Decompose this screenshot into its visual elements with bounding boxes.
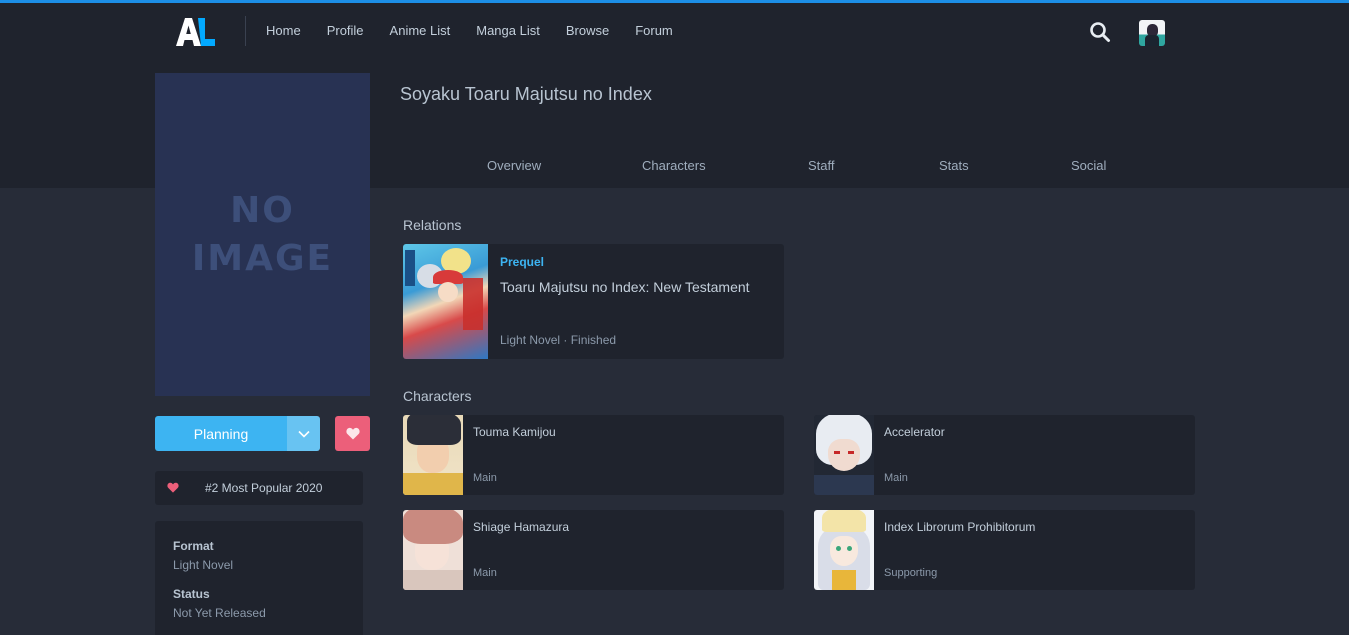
nav-home[interactable]: Home	[266, 23, 301, 38]
logo-separator	[245, 16, 246, 46]
nav-links: Home Profile Anime List Manga List Brows…	[266, 3, 699, 58]
character-image[interactable]	[814, 510, 874, 590]
tab-social[interactable]: Social	[1071, 158, 1106, 173]
relation-title[interactable]: Toaru Majutsu no Index: New Testament	[500, 279, 750, 295]
list-status-button[interactable]: Planning	[155, 416, 287, 451]
cover-title-block	[463, 278, 483, 330]
ranking-badge[interactable]: #2 Most Popular 2020	[155, 471, 363, 505]
cover-image-placeholder: NO IMAGE	[155, 73, 370, 396]
character-role: Main	[884, 472, 908, 484]
character-image[interactable]	[403, 415, 463, 495]
media-info-panel: Format Light Novel Status Not Yet Releas…	[155, 521, 363, 635]
character-image[interactable]	[403, 510, 463, 590]
media-title: Soyaku Toaru Majutsu no Index	[400, 84, 652, 104]
cover-placeholder-line-2: IMAGE	[191, 237, 334, 279]
character-hair	[407, 415, 461, 445]
cover-character-face	[438, 282, 458, 302]
list-status-dropdown[interactable]	[287, 416, 320, 451]
character-image[interactable]	[814, 415, 874, 495]
ranking-text: #2 Most Popular 2020	[205, 481, 323, 495]
chevron-down-icon	[297, 430, 310, 438]
info-status-value: Not Yet Released	[173, 606, 266, 620]
character-name[interactable]: Index Librorum Prohibitorum	[884, 520, 1035, 534]
character-card[interactable]: Shiage Hamazura Main	[403, 510, 784, 590]
character-shirt	[814, 475, 874, 495]
character-name[interactable]: Touma Kamijou	[473, 425, 556, 439]
relation-cover-image[interactable]	[403, 244, 488, 359]
tab-staff[interactable]: Staff	[808, 158, 835, 173]
heart-icon	[345, 427, 360, 440]
character-face	[828, 439, 860, 471]
favourite-button[interactable]	[335, 416, 370, 451]
character-hood	[822, 510, 866, 532]
nav-browse[interactable]: Browse	[566, 23, 609, 38]
info-format-label: Format	[173, 539, 214, 553]
navbar: Home Profile Anime List Manga List Brows…	[0, 3, 1349, 58]
nav-profile[interactable]: Profile	[327, 23, 364, 38]
character-collar	[832, 570, 856, 590]
tab-stats[interactable]: Stats	[939, 158, 969, 173]
character-face	[830, 536, 858, 566]
user-avatar[interactable]	[1139, 20, 1165, 46]
nav-anime-list[interactable]: Anime List	[390, 23, 451, 38]
anilist-logo[interactable]	[174, 16, 216, 48]
tab-overview[interactable]: Overview	[487, 158, 541, 173]
search-icon[interactable]	[1089, 21, 1111, 43]
nav-manga-list[interactable]: Manga List	[476, 23, 540, 38]
character-role: Main	[473, 472, 497, 484]
info-format-value: Light Novel	[173, 558, 234, 572]
avatar-body	[1145, 35, 1159, 46]
info-status-label: Status	[173, 587, 210, 601]
tab-characters[interactable]: Characters	[642, 158, 706, 173]
relation-type: Prequel	[500, 255, 545, 269]
character-card[interactable]: Touma Kamijou Main	[403, 415, 784, 495]
heart-icon	[167, 482, 179, 493]
character-card[interactable]: Index Librorum Prohibitorum Supporting	[814, 510, 1195, 590]
cover-placeholder-line-1: NO	[230, 189, 295, 231]
characters-heading: Characters	[403, 388, 472, 404]
character-eye	[834, 451, 840, 454]
cover-spine	[405, 250, 415, 286]
character-eye	[847, 546, 852, 551]
character-name[interactable]: Accelerator	[884, 425, 945, 439]
character-card[interactable]: Accelerator Main	[814, 415, 1195, 495]
character-shirt	[403, 570, 463, 590]
character-name[interactable]: Shiage Hamazura	[473, 520, 569, 534]
character-hair	[403, 510, 463, 544]
character-shirt	[403, 473, 463, 495]
character-eye	[836, 546, 841, 551]
character-role: Main	[473, 567, 497, 579]
relations-heading: Relations	[403, 217, 462, 233]
relation-card[interactable]: Prequel Toaru Majutsu no Index: New Test…	[403, 244, 784, 359]
relation-meta: Light Novel · Finished	[500, 333, 617, 347]
character-eye	[848, 451, 854, 454]
character-role: Supporting	[884, 567, 938, 579]
nav-forum[interactable]: Forum	[635, 23, 673, 38]
